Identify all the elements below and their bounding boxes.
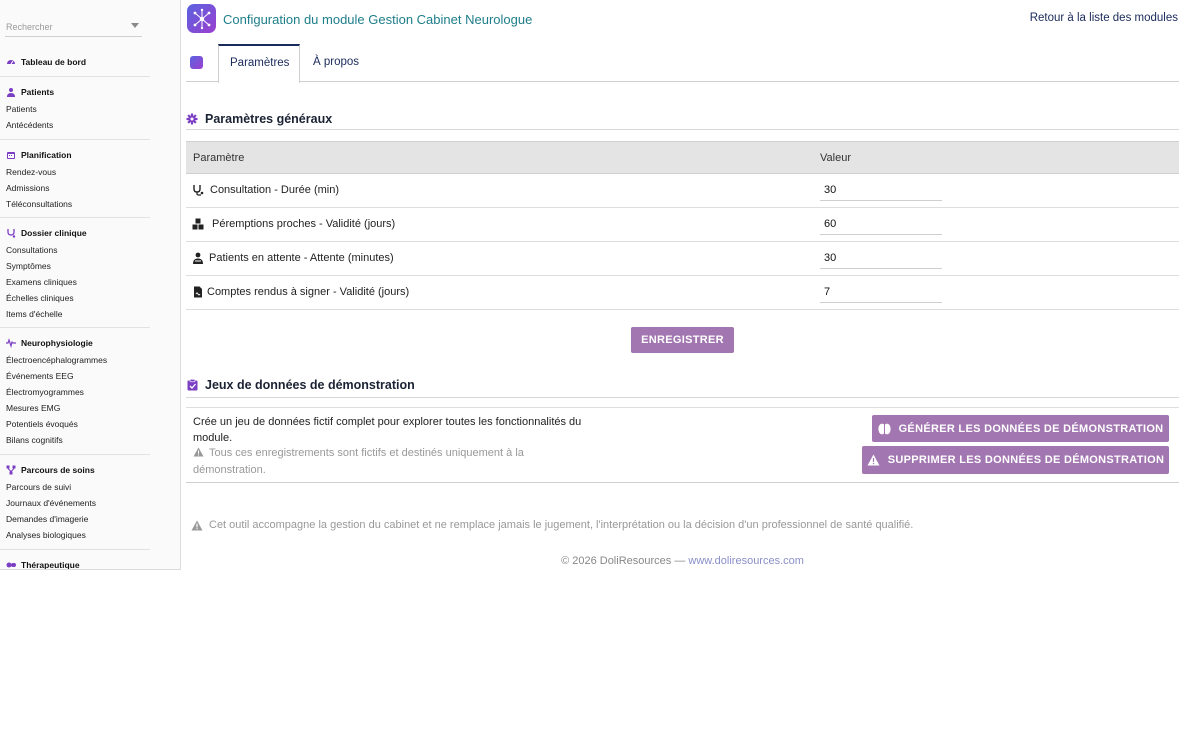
menu-item-evenements-eeg[interactable]: Événements EEG <box>0 368 180 384</box>
menu-item-antecedents[interactable]: Antécédents <box>0 117 180 133</box>
save-button[interactable]: ENREGISTRER <box>631 327 734 353</box>
settings-table: Paramètre Valeur Consultation - Durée (m… <box>186 141 1179 310</box>
table-row: Péremptions proches - Validité (jours) <box>186 208 1179 242</box>
pills-icon <box>6 560 16 569</box>
general-settings-title: Paramètres généraux <box>205 111 333 126</box>
expiry-validity-input[interactable] <box>820 214 942 235</box>
module-logo <box>187 4 216 33</box>
setting-label: Comptes rendus à signer - Validité (jour… <box>207 286 410 298</box>
menu-item-bilans-cognitifs[interactable]: Bilans cognitifs <box>0 432 180 448</box>
sitemap-icon <box>6 465 16 475</box>
menu-item-emg[interactable]: Électromyogrammes <box>0 384 180 400</box>
footer-copyright: © 2026 DoliResources — <box>561 555 689 567</box>
demo-warning-text: Tous ces enregistrements sont fictifs et… <box>193 447 524 476</box>
back-to-modules-link[interactable]: Retour à la liste des modules <box>1030 12 1178 24</box>
demo-description: Crée un jeu de données fictif complet po… <box>193 416 582 444</box>
demo-warning: Tous ces enregistrements sont fictifs et… <box>193 446 553 478</box>
gear-icon <box>186 113 198 125</box>
menu-dashboard[interactable]: Tableau de bord <box>0 55 180 69</box>
menu-title-dashboard[interactable]: Tableau de bord <box>21 57 86 67</box>
footer: © 2026 DoliResources — www.doliresources… <box>186 555 1179 567</box>
wave-icon <box>6 338 16 348</box>
table-row: Patients en attente - Attente (minutes) <box>186 242 1179 276</box>
consultation-duration-input[interactable] <box>820 180 942 201</box>
stethoscope-icon <box>191 183 205 197</box>
menu-section-dossier-clinique: Dossier clinique Consultations Symptômes… <box>0 226 180 322</box>
generate-demo-data-button[interactable]: GÉNÉRER LES DONNÉES DE DÉMONSTRATION <box>872 415 1169 442</box>
setting-label: Péremptions proches - Validité (jours) <box>212 218 396 230</box>
chevron-down-icon[interactable] <box>131 23 139 28</box>
menu-item-mesures-emg[interactable]: Mesures EMG <box>0 400 180 416</box>
menu-section-neurophysiologie: Neurophysiologie Électroencéphalogrammes… <box>0 336 180 448</box>
menu-title-dossier-clinique[interactable]: Dossier clinique <box>21 228 87 238</box>
menu-title-therapeutique[interactable]: Thérapeutique <box>21 560 80 569</box>
stethoscope-icon <box>6 228 16 238</box>
boxes-icon <box>191 217 205 231</box>
demo-data-heading: Jeux de données de démonstration <box>186 373 1179 398</box>
module-tab-icon[interactable] <box>190 56 203 69</box>
menu-section-parcours: Parcours de soins Parcours de suivi Jour… <box>0 463 180 543</box>
demo-data-title: Jeux de données de démonstration <box>205 378 415 392</box>
table-row: Comptes rendus à signer - Validité (jour… <box>186 276 1179 310</box>
user-injured-icon <box>6 87 16 97</box>
menu-title-patients[interactable]: Patients <box>21 87 54 97</box>
tab-parametres[interactable]: Paramètres <box>218 44 300 83</box>
warning-icon <box>867 454 880 466</box>
clipboard-check-icon <box>186 379 198 391</box>
menu-item-teleconsultations[interactable]: Téléconsultations <box>0 196 180 212</box>
delete-demo-data-label: SUPPRIMER LES DONNÉES DE DÉMONSTRATION <box>887 454 1165 466</box>
table-header: Paramètre Valeur <box>186 141 1179 174</box>
sidebar: Tableau de bord Patients Patients Antécé… <box>0 0 181 570</box>
disclaimer-text: Cet outil accompagne la gestion du cabin… <box>209 519 914 531</box>
menu-item-patients[interactable]: Patients <box>0 101 180 117</box>
search-box[interactable] <box>5 17 142 37</box>
calendar-icon <box>6 150 16 160</box>
menu-section-patients: Patients Patients Antécédents <box>0 85 180 133</box>
menu-item-admissions[interactable]: Admissions <box>0 180 180 196</box>
menu-title-parcours[interactable]: Parcours de soins <box>21 465 95 475</box>
generate-demo-data-label: GÉNÉRER LES DONNÉES DE DÉMONSTRATION <box>898 422 1164 435</box>
brain-icon <box>877 423 891 435</box>
tab-bar: Paramètres À propos <box>186 44 1179 83</box>
menu-item-examens-cliniques[interactable]: Examens cliniques <box>0 274 180 290</box>
menu-title-planification[interactable]: Planification <box>21 150 72 160</box>
menu-item-echelles-cliniques[interactable]: Échelles cliniques <box>0 290 180 306</box>
warning-icon <box>193 447 204 463</box>
file-signature-icon <box>191 285 205 299</box>
waiting-patients-input[interactable] <box>820 248 942 269</box>
menu-item-parcours-suivi[interactable]: Parcours de suivi <box>0 479 180 495</box>
menu-item-items-echelle[interactable]: Items d'échelle <box>0 306 180 322</box>
reports-validity-input[interactable] <box>820 282 942 303</box>
column-header-parametre: Paramètre <box>193 152 245 164</box>
menu-item-journaux[interactable]: Journaux d'événements <box>0 495 180 511</box>
warning-icon <box>191 520 203 531</box>
menu-item-eeg[interactable]: Électroencéphalogrammes <box>0 352 180 368</box>
tab-a-propos[interactable]: À propos <box>302 44 370 82</box>
user-injured-icon <box>191 251 205 265</box>
menu-title-neurophysiologie[interactable]: Neurophysiologie <box>21 338 93 348</box>
menu-item-consultations[interactable]: Consultations <box>0 242 180 258</box>
medical-disclaimer: Cet outil accompagne la gestion du cabin… <box>191 519 913 531</box>
delete-demo-data-button[interactable]: SUPPRIMER LES DONNÉES DE DÉMONSTRATION <box>862 446 1169 474</box>
setting-label: Consultation - Durée (min) <box>210 184 339 196</box>
general-settings-heading: Paramètres généraux <box>186 108 1179 130</box>
table-row: Consultation - Durée (min) <box>186 174 1179 208</box>
footer-website-link[interactable]: www.doliresources.com <box>688 555 804 567</box>
menu-section-therapeutique: Thérapeutique <box>0 558 180 569</box>
menu-item-symptomes[interactable]: Symptômes <box>0 258 180 274</box>
network-icon <box>193 8 210 29</box>
menu-item-rendez-vous[interactable]: Rendez-vous <box>0 164 180 180</box>
search-input[interactable] <box>5 18 125 36</box>
dashboard-icon <box>6 57 16 67</box>
menu-item-potentiels-evoques[interactable]: Potentiels évoqués <box>0 416 180 432</box>
menu-item-analyses[interactable]: Analyses biologiques <box>0 527 180 543</box>
column-header-valeur: Valeur <box>820 152 851 164</box>
menu-section-planification: Planification Rendez-vous Admissions Tél… <box>0 148 180 212</box>
menu-item-imagerie[interactable]: Demandes d'imagerie <box>0 511 180 527</box>
page-title: Configuration du module Gestion Cabinet … <box>223 12 533 27</box>
setting-label: Patients en attente - Attente (minutes) <box>209 252 394 264</box>
